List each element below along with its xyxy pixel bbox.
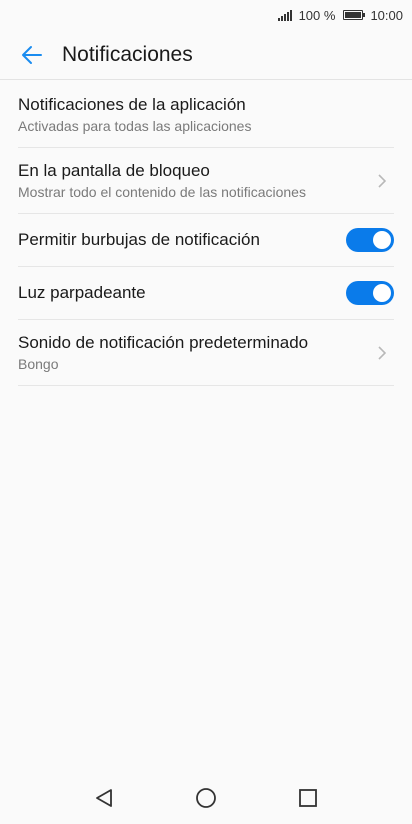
notification-bubbles-toggle[interactable]	[346, 228, 394, 252]
navigation-bar	[0, 772, 412, 824]
setting-title: Permitir burbujas de notificación	[18, 230, 260, 249]
setting-subtitle: Mostrar todo el contenido de las notific…	[18, 183, 306, 200]
back-button[interactable]	[14, 37, 50, 73]
signal-icon	[277, 9, 292, 21]
back-triangle-icon	[96, 789, 112, 807]
setting-default-sound[interactable]: Sonido de notificación predeterminado Bo…	[18, 320, 394, 386]
home-circle-icon	[196, 788, 216, 808]
status-bar: 100 % 10:00	[0, 0, 412, 30]
flashing-light-toggle[interactable]	[346, 281, 394, 305]
nav-back-button[interactable]	[89, 783, 119, 813]
toggle-knob	[373, 284, 391, 302]
setting-subtitle: Activadas para todas las aplicaciones	[18, 117, 252, 134]
setting-title: En la pantalla de bloqueo	[18, 160, 210, 180]
setting-title: Sonido de notificación predeterminado	[18, 332, 309, 352]
setting-app-notifications[interactable]: Notificaciones de la aplicación Activada…	[18, 82, 394, 148]
setting-title: Notificaciones de la aplicación	[18, 94, 246, 114]
nav-recents-button[interactable]	[293, 783, 323, 813]
battery-icon	[343, 10, 366, 20]
app-bar: Notificaciones	[0, 30, 412, 80]
setting-flashing-light[interactable]: Luz parpadeante	[18, 267, 394, 320]
clock: 10:00	[370, 7, 403, 23]
chevron-right-icon	[378, 345, 387, 360]
chevron-right-icon	[378, 173, 387, 188]
battery-percentage: 100 %	[298, 7, 336, 23]
setting-notification-bubbles[interactable]: Permitir burbujas de notificación	[18, 214, 394, 267]
settings-list: Notificaciones de la aplicación Activada…	[18, 82, 394, 386]
setting-lock-screen[interactable]: En la pantalla de bloqueo Mostrar todo e…	[18, 148, 394, 214]
arrow-left-icon	[22, 45, 42, 64]
page-title: Notificaciones	[62, 42, 193, 66]
nav-home-button[interactable]	[191, 783, 221, 813]
toggle-knob	[373, 231, 391, 249]
setting-title: Luz parpadeante	[18, 283, 146, 302]
recents-square-icon	[299, 789, 317, 807]
setting-subtitle: Bongo	[18, 355, 59, 372]
